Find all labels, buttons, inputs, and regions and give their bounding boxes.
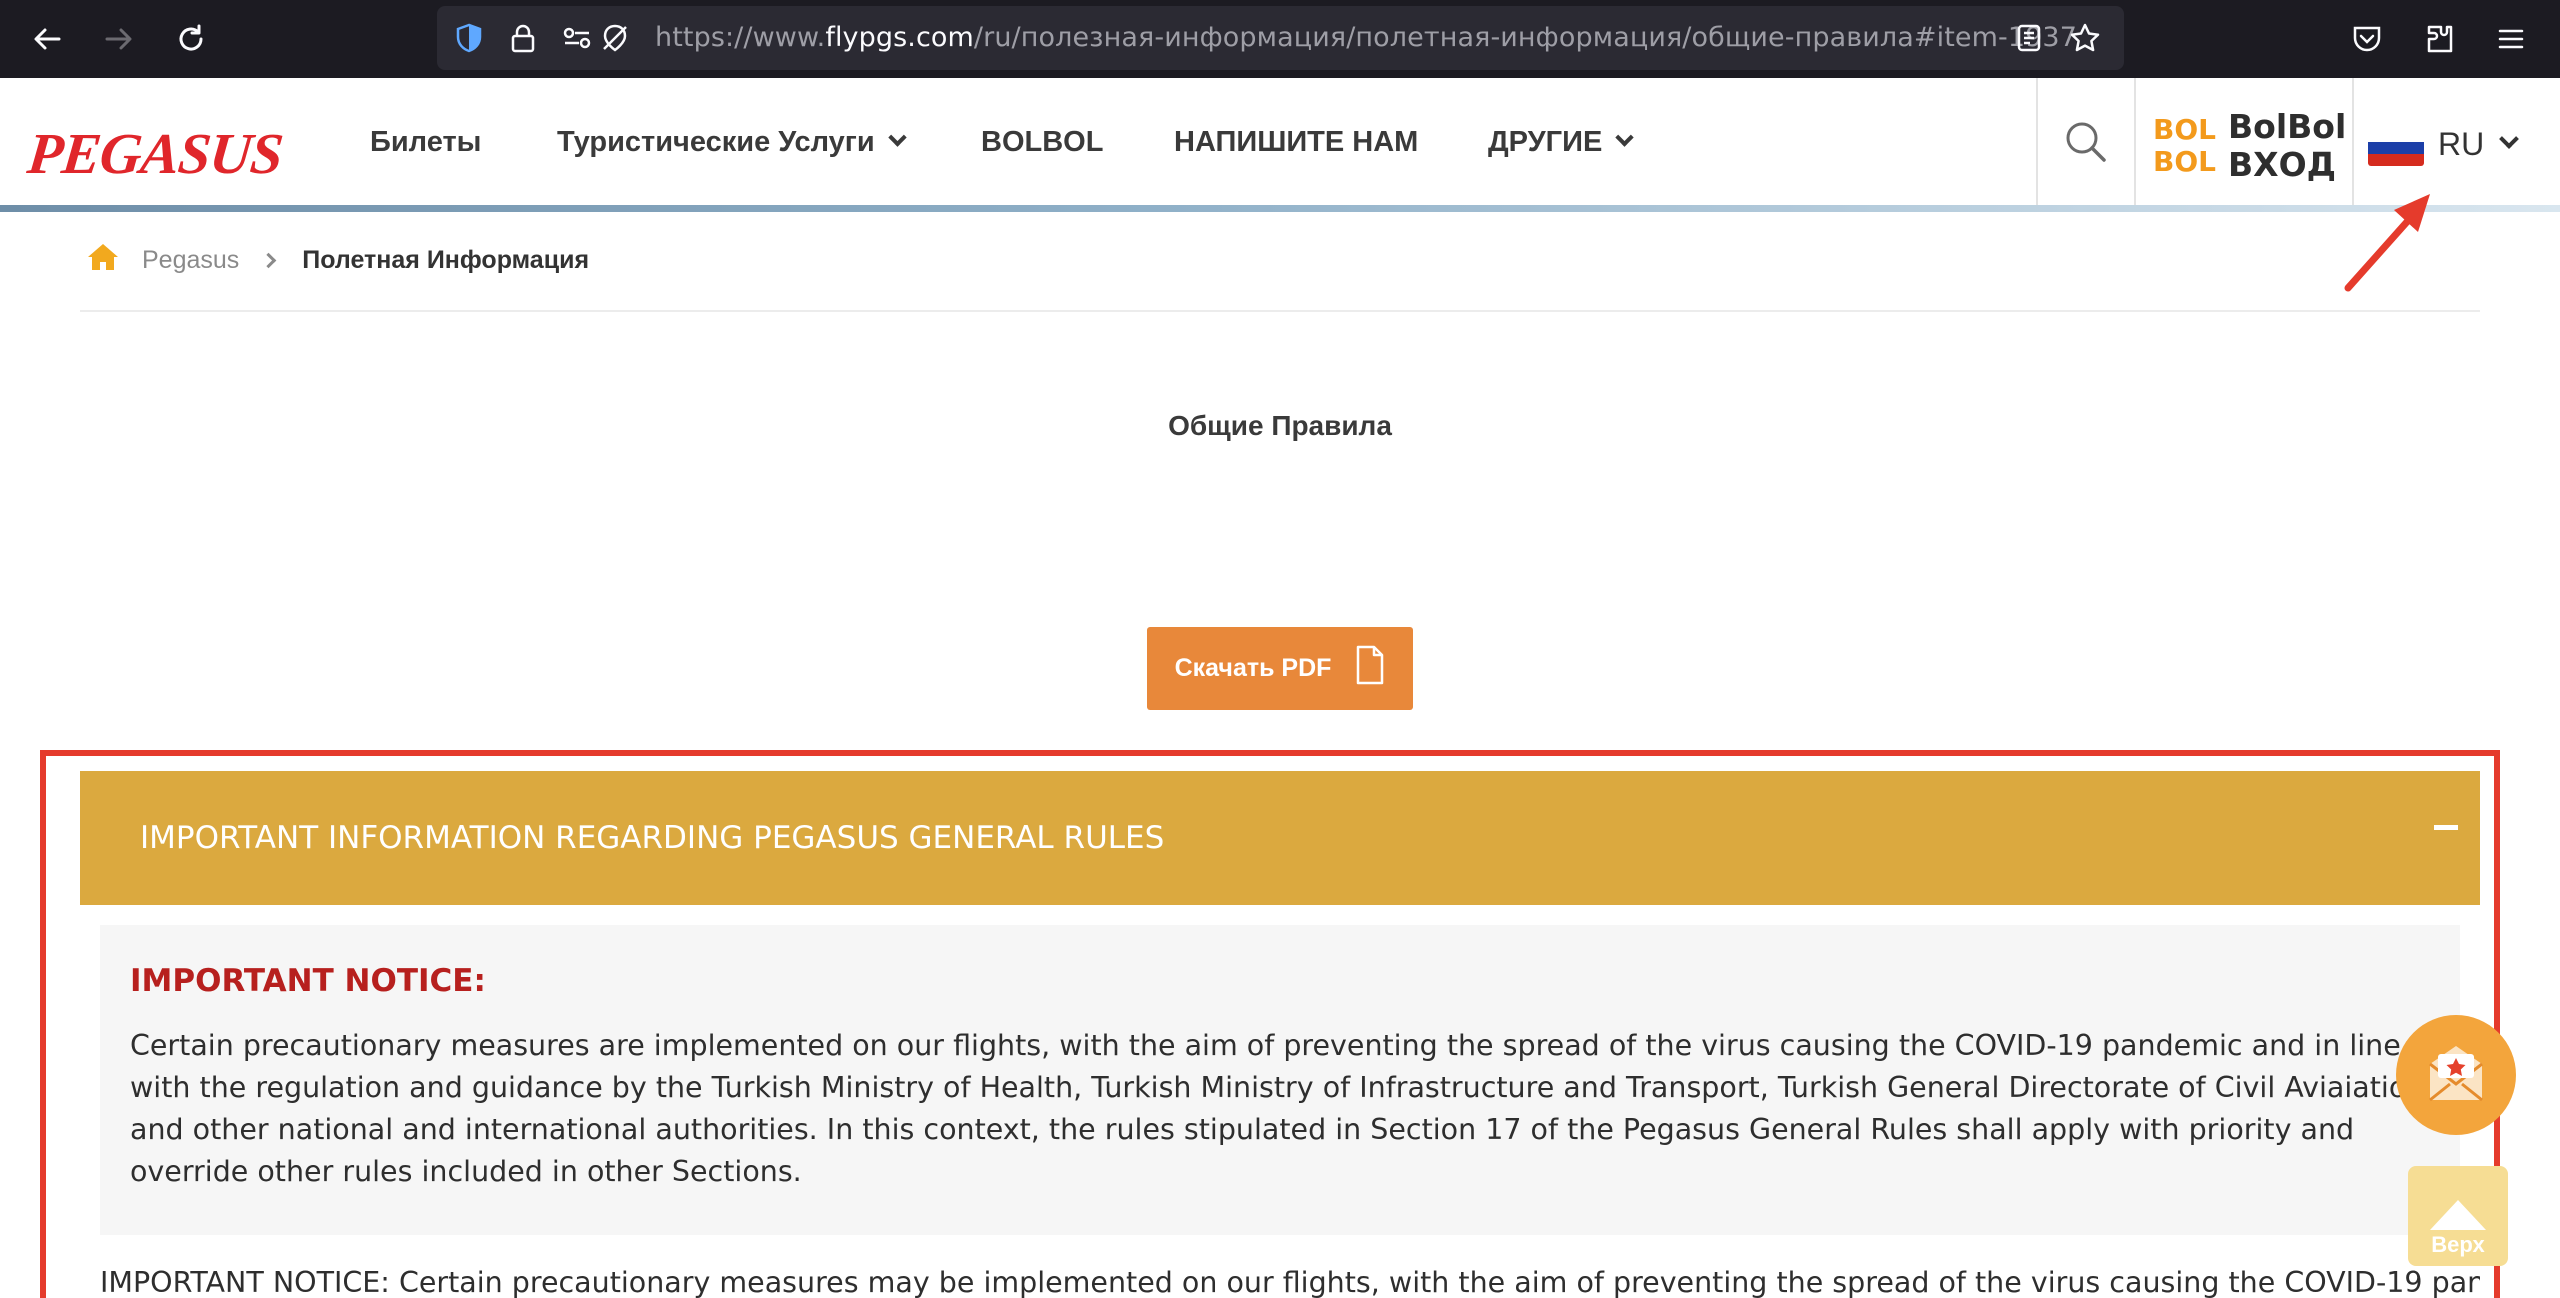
bookmark-star-icon[interactable] (2067, 20, 2103, 56)
chevron-right-icon (261, 252, 277, 269)
browser-toolbar: https://www.flypgs.com/ru/полезная-инфор… (0, 0, 2560, 78)
bolbol-login-label: BolBol ВХОД (2228, 107, 2347, 184)
language-code: RU (2438, 126, 2485, 162)
home-icon[interactable] (86, 242, 120, 279)
back-to-top-button[interactable]: Верх (2408, 1166, 2508, 1266)
document-icon (1355, 645, 1385, 692)
download-pdf-button[interactable]: Скачать PDF (1147, 627, 1413, 710)
extensions-icon[interactable] (2414, 14, 2464, 64)
shield-icon[interactable] (451, 20, 487, 56)
pegasus-logo[interactable]: PEGASUS (24, 120, 286, 187)
nav-bolbol[interactable]: BOLBOL (981, 126, 1103, 159)
nav-contact-us[interactable]: НАПИШИТЕ НАМ (1174, 126, 1418, 159)
site-header: PEGASUS Билеты Туристические Услуги BOLB… (0, 78, 2560, 208)
page-title: Общие Правила (1168, 410, 1392, 441)
menu-icon[interactable] (2486, 14, 2536, 64)
nav-tickets[interactable]: Билеты (370, 126, 481, 159)
nav-tourist-services[interactable]: Туристические Услуги (557, 126, 907, 159)
forward-icon[interactable] (94, 14, 144, 64)
bolbol-logo: BOL BOL (2153, 113, 2216, 178)
divider (2036, 78, 2038, 208)
back-to-top-label: Верх (2431, 1232, 2485, 1257)
divider (2134, 78, 2136, 208)
divider (80, 310, 2480, 312)
chevron-down-icon (2499, 129, 2519, 149)
arrow-up-icon (2430, 1200, 2486, 1230)
breadcrumb-home-link[interactable]: Pegasus (142, 246, 239, 275)
chevron-down-icon (1615, 128, 1634, 147)
tracking-icon[interactable] (597, 20, 633, 56)
download-pdf-label: Скачать PDF (1174, 654, 1332, 682)
search-icon[interactable] (2060, 116, 2112, 168)
chevron-down-icon (888, 128, 907, 147)
permissions-icon[interactable] (559, 20, 595, 56)
breadcrumb: Pegasus Полетная Информация (86, 242, 589, 279)
annotation-frame (40, 750, 2500, 1298)
annotation-arrow-icon (2344, 194, 2430, 292)
envelope-star-icon (2420, 1040, 2492, 1111)
url-text[interactable]: https://www.flypgs.com/ru/полезная-инфор… (655, 22, 2077, 53)
lock-icon[interactable] (505, 20, 541, 56)
back-icon[interactable] (22, 14, 72, 64)
contact-widget-button[interactable] (2396, 1015, 2516, 1135)
nav-other[interactable]: ДРУГИЕ (1488, 126, 1634, 159)
reader-view-icon[interactable] (2011, 20, 2047, 56)
header-underline (0, 205, 2560, 212)
breadcrumb-current: Полетная Информация (302, 246, 590, 274)
reload-icon[interactable] (166, 14, 216, 64)
russia-flag-icon (2368, 130, 2424, 166)
url-bar[interactable]: https://www.flypgs.com/ru/полезная-инфор… (437, 6, 2124, 70)
pocket-icon[interactable] (2342, 14, 2392, 64)
